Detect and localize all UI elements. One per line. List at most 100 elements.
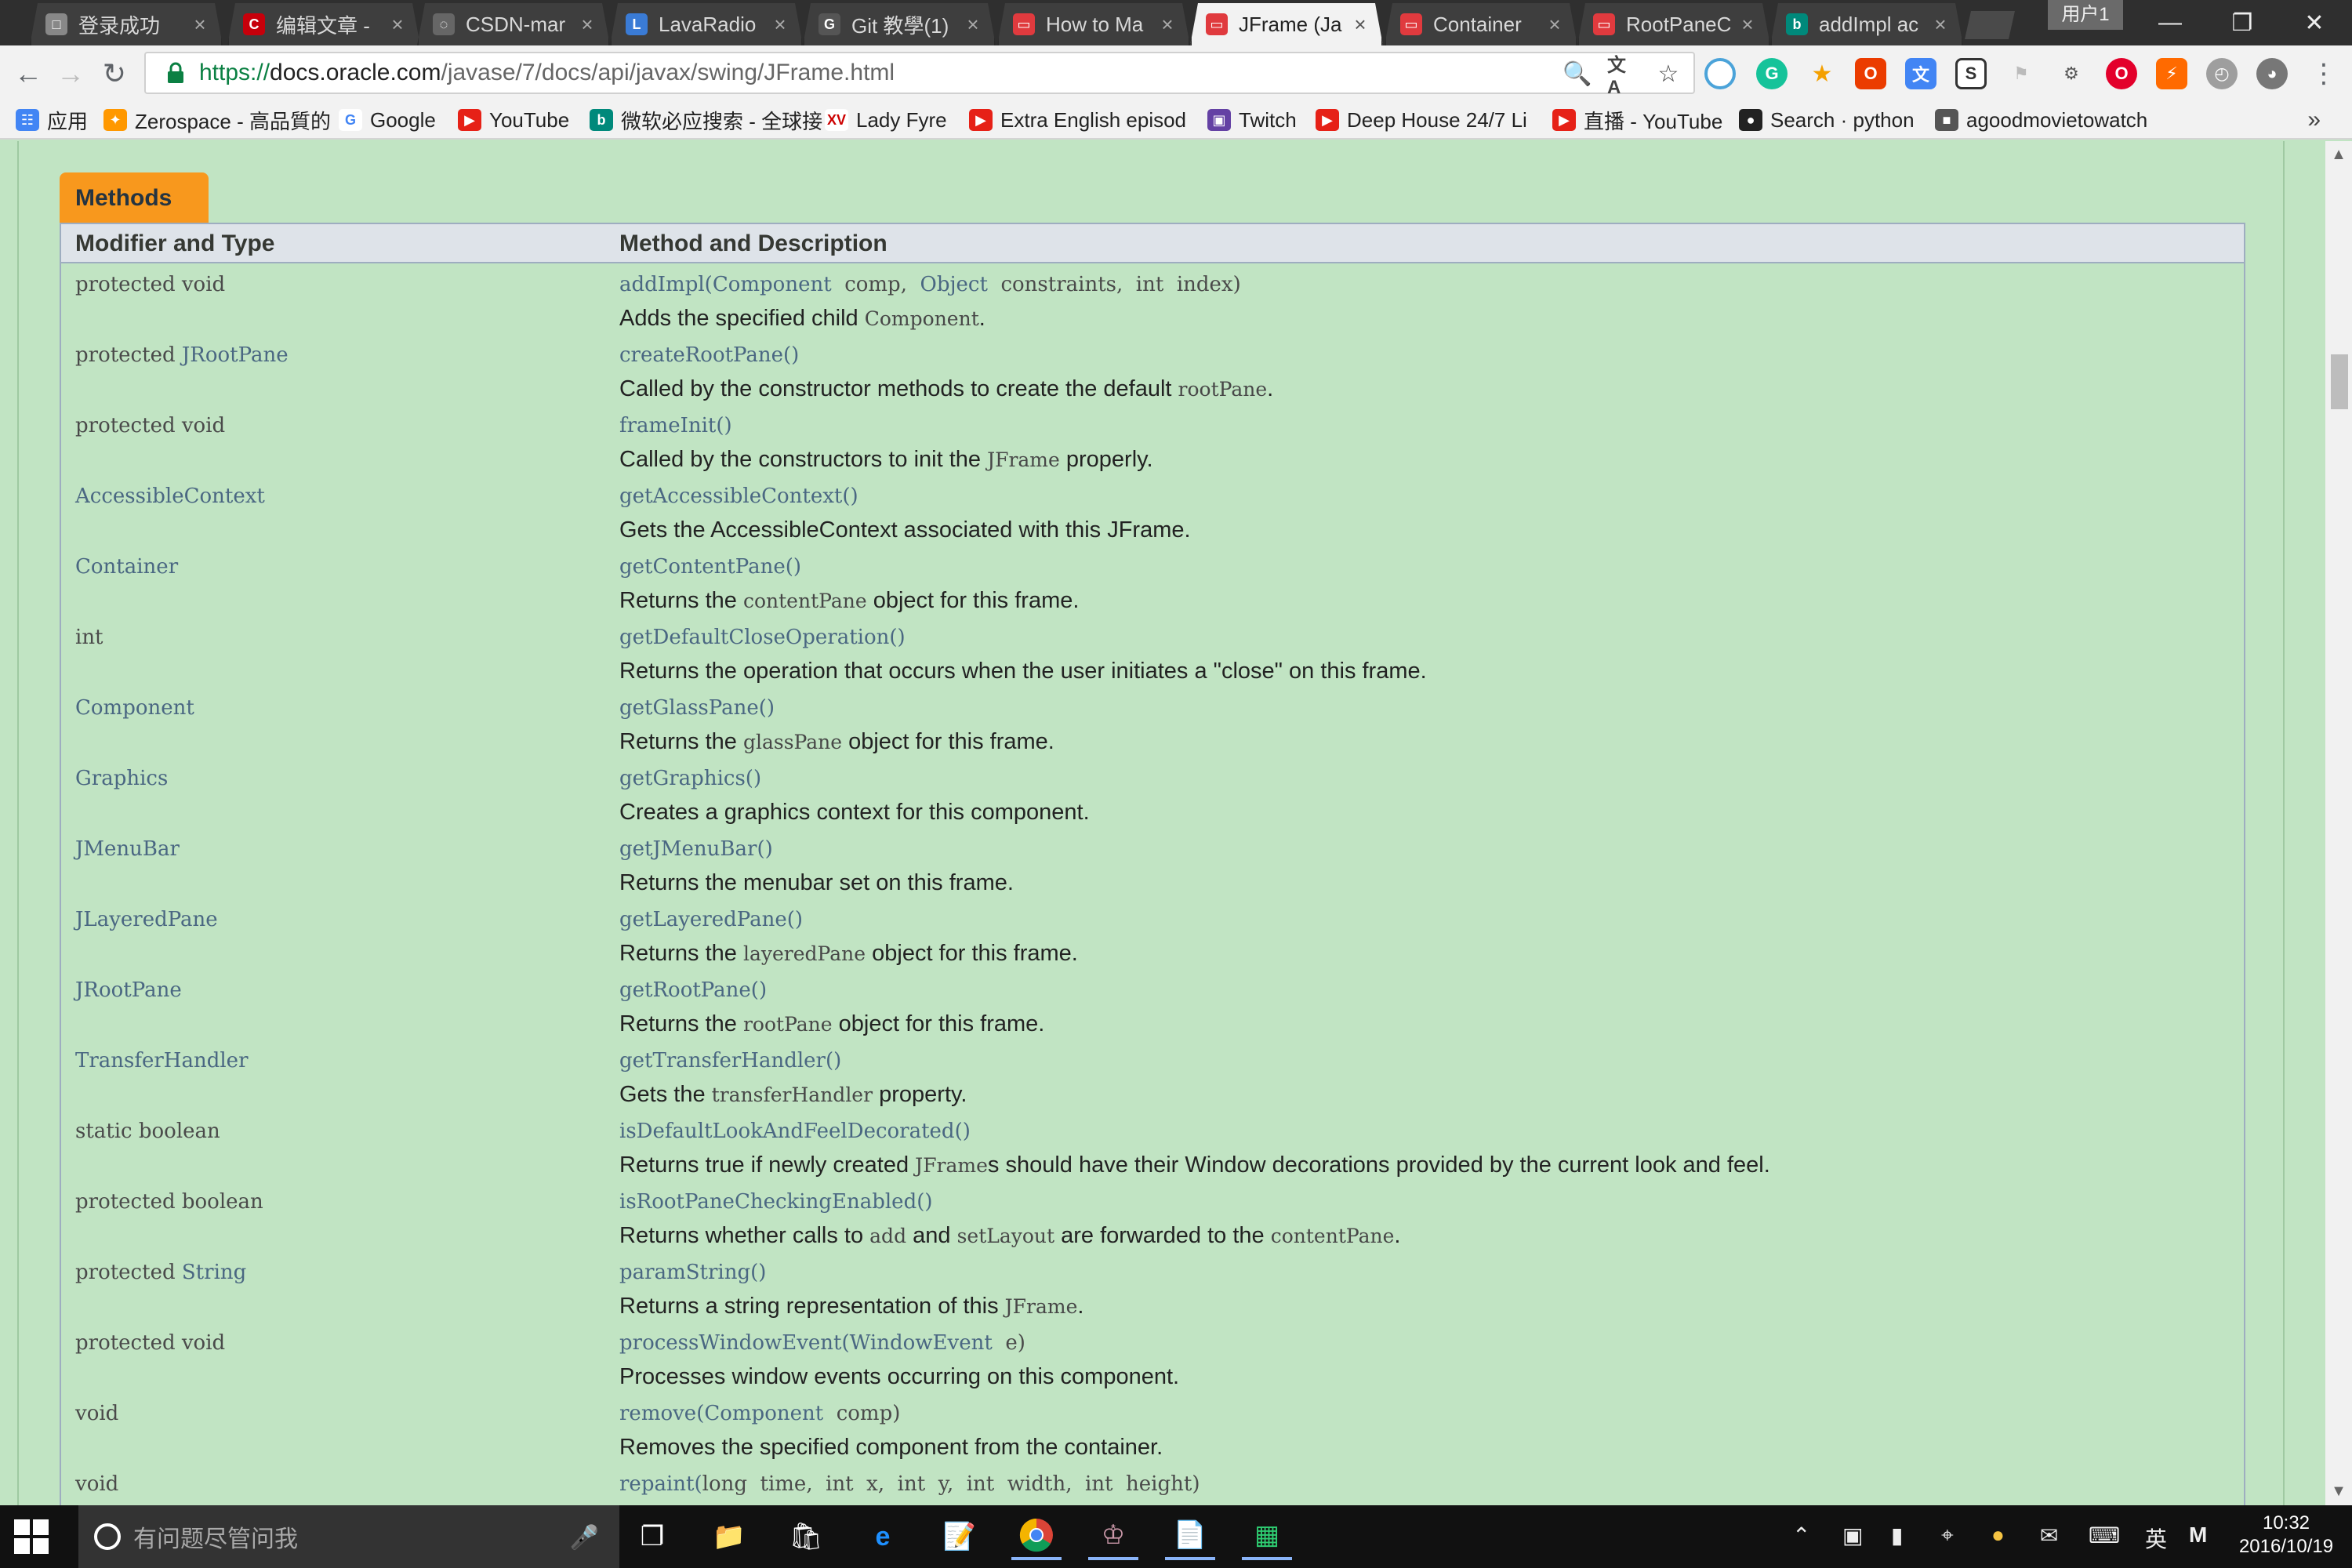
chrome-icon[interactable] [1011,1513,1062,1560]
tab-close-icon[interactable]: × [1736,13,1759,37]
type-link[interactable]: JLayeredPane [75,908,218,931]
document-app-icon[interactable]: 📄 [1165,1513,1215,1560]
bookmark-7[interactable]: ▶ Extra English episod [969,107,1186,133]
bookmark-11[interactable]: ● Search · python [1739,107,1915,133]
bookmark-1[interactable]: ☷ 应用 [16,107,88,133]
bookmark-9[interactable]: ▶ Deep House 24/7 Li [1316,107,1527,133]
cortana-search[interactable]: 有问题尽管问我 🎤 [78,1505,619,1568]
method-name-link[interactable]: processWindowEvent [619,1331,842,1355]
translate-icon[interactable]: 文A [1607,55,1639,98]
windows-start-icon[interactable] [14,1519,49,1554]
notification-icon[interactable]: ✉ [2040,1523,2058,1548]
param-type[interactable]: Component [704,1402,823,1425]
tab-3[interactable]: ◌ CSDN-mar × [417,3,610,45]
method-name-link[interactable]: getGraphics [619,767,746,790]
forward-icon[interactable]: → [52,55,89,93]
store-icon[interactable]: 🛍 [781,1513,831,1560]
tab-4[interactable]: L LavaRadio × [610,3,803,45]
tab-7[interactable]: ▭ JFrame (Ja × [1190,3,1383,45]
task-view-icon[interactable]: ❐ [627,1513,677,1560]
method-name-link[interactable]: addImpl [619,273,705,296]
scroll-up-icon[interactable]: ▲ [2325,146,2352,164]
notepad-app-icon[interactable]: 📝 [935,1513,985,1560]
tab-1[interactable]: □ 登录成功 × [30,3,223,45]
type-link[interactable]: AccessibleContext [75,485,265,508]
ime-language[interactable]: 英 [2145,1523,2167,1554]
publisher-app-icon[interactable]: ▦ [1242,1513,1292,1560]
system-clock[interactable]: 10:32 2016/10/19 [2231,1512,2341,1559]
bookmark-4[interactable]: ▶ YouTube [458,107,569,133]
tab-close-icon[interactable]: × [1543,13,1566,37]
edge-icon[interactable]: e [858,1513,908,1560]
minimize-icon[interactable]: — [2134,0,2206,45]
type-link[interactable]: Component [75,696,194,720]
tab-10[interactable]: b addImpl ac × [1770,3,1963,45]
ime-mode-icon[interactable]: M [2189,1523,2207,1548]
method-name-link[interactable]: getDefaultCloseOperation [619,626,889,649]
profile-button[interactable]: 用户1 [2048,0,2123,30]
bookmark-5[interactable]: b 微软必应搜索 - 全球接 [590,107,822,133]
bookmark-10[interactable]: ▶ 直播 - YouTube [1552,107,1722,133]
tab-5[interactable]: G Git 教學(1) × [803,3,996,45]
tab-6[interactable]: ▭ How to Ma × [997,3,1190,45]
bookmark-8[interactable]: ▣ Twitch [1207,107,1297,133]
tab-9[interactable]: ▭ RootPaneC × [1577,3,1770,45]
microphone-icon[interactable]: 🎤 [570,1524,599,1552]
weather-icon[interactable]: ● [1991,1523,2005,1548]
method-name-link[interactable]: isRootPaneCheckingEnabled [619,1190,916,1214]
globe-extension-icon[interactable]: ◕ [2256,58,2288,89]
extension-circle-icon[interactable] [1704,58,1736,89]
method-name-link[interactable]: getJMenuBar [619,837,757,861]
menu-icon[interactable]: ⋮ [2305,55,2343,93]
star-icon[interactable]: ☆ [1653,58,1684,89]
person-extension-icon[interactable]: ⚑ [2005,58,2037,89]
more-bookmarks-icon[interactable]: » [2307,107,2321,133]
type-link[interactable]: String [182,1261,246,1284]
office-icon[interactable]: O [1855,58,1886,89]
tab-close-icon[interactable]: × [386,13,409,37]
display-icon[interactable]: ▣ [1842,1523,1863,1548]
keyboard-icon[interactable]: ⌨ [2089,1523,2120,1548]
grammarly-icon[interactable]: G [1756,58,1788,89]
method-name-link[interactable]: remove [619,1402,696,1425]
type-link[interactable]: Container [75,555,178,579]
bookmark-6[interactable]: XV Lady Fyre [825,107,947,133]
new-tab-button[interactable] [1965,11,2015,39]
param-type[interactable]: Component [713,273,832,296]
wifi-icon[interactable]: ⌖ [1941,1523,1954,1548]
tab-close-icon[interactable]: × [188,13,212,37]
type-link[interactable]: JRootPane [75,978,182,1002]
method-name-link[interactable]: repaint [619,1472,694,1496]
battery-icon[interactable]: ▮ [1891,1523,1903,1548]
method-name-link[interactable]: getRootPane [619,978,751,1002]
method-name-link[interactable]: frameInit [619,414,716,437]
tab-close-icon[interactable]: × [1156,13,1179,37]
restore-icon[interactable]: ❐ [2206,0,2278,45]
type-link[interactable]: JMenuBar [75,837,180,861]
method-name-link[interactable]: isDefaultLookAndFeelDecorated [619,1120,955,1143]
bookmark-3[interactable]: G Google [339,107,436,133]
bookmark-2[interactable]: ✦ Zerospace - 高品質的 [103,107,331,133]
type-link[interactable]: TransferHandler [75,1049,249,1073]
method-name-link[interactable]: getAccessibleContext [619,485,842,508]
tab-close-icon[interactable]: × [768,13,792,37]
scroll-down-icon[interactable]: ▼ [2325,1483,2352,1501]
s-extension-icon[interactable]: S [1955,58,1987,89]
address-bar[interactable]: https://docs.oracle.com/javase/7/docs/ap… [144,52,1695,98]
filter-extension-icon[interactable]: ⚙ [2056,58,2087,89]
tray-chevron-icon[interactable]: ⌃ [1792,1523,1810,1548]
type-link[interactable]: Graphics [75,767,168,790]
param-type[interactable]: WindowEvent [850,1331,993,1355]
bookmark-12[interactable]: ■ agoodmovietowatch [1935,107,2147,133]
orange-extension-icon[interactable]: ⚡ [2156,58,2187,89]
translate-extension-icon[interactable]: 文 [1905,58,1936,89]
method-name-link[interactable]: createRootPane [619,343,783,367]
back-icon[interactable]: ← [9,55,47,93]
method-name-link[interactable]: getContentPane [619,555,786,579]
tab-close-icon[interactable]: × [961,13,985,37]
file-explorer-icon[interactable]: 📁 [704,1513,754,1560]
tab-close-icon[interactable]: × [1929,13,1952,37]
method-name-link[interactable]: getLayeredPane [619,908,787,931]
reload-icon[interactable]: ↻ [96,55,133,93]
scrollbar-thumb[interactable] [2331,354,2348,409]
